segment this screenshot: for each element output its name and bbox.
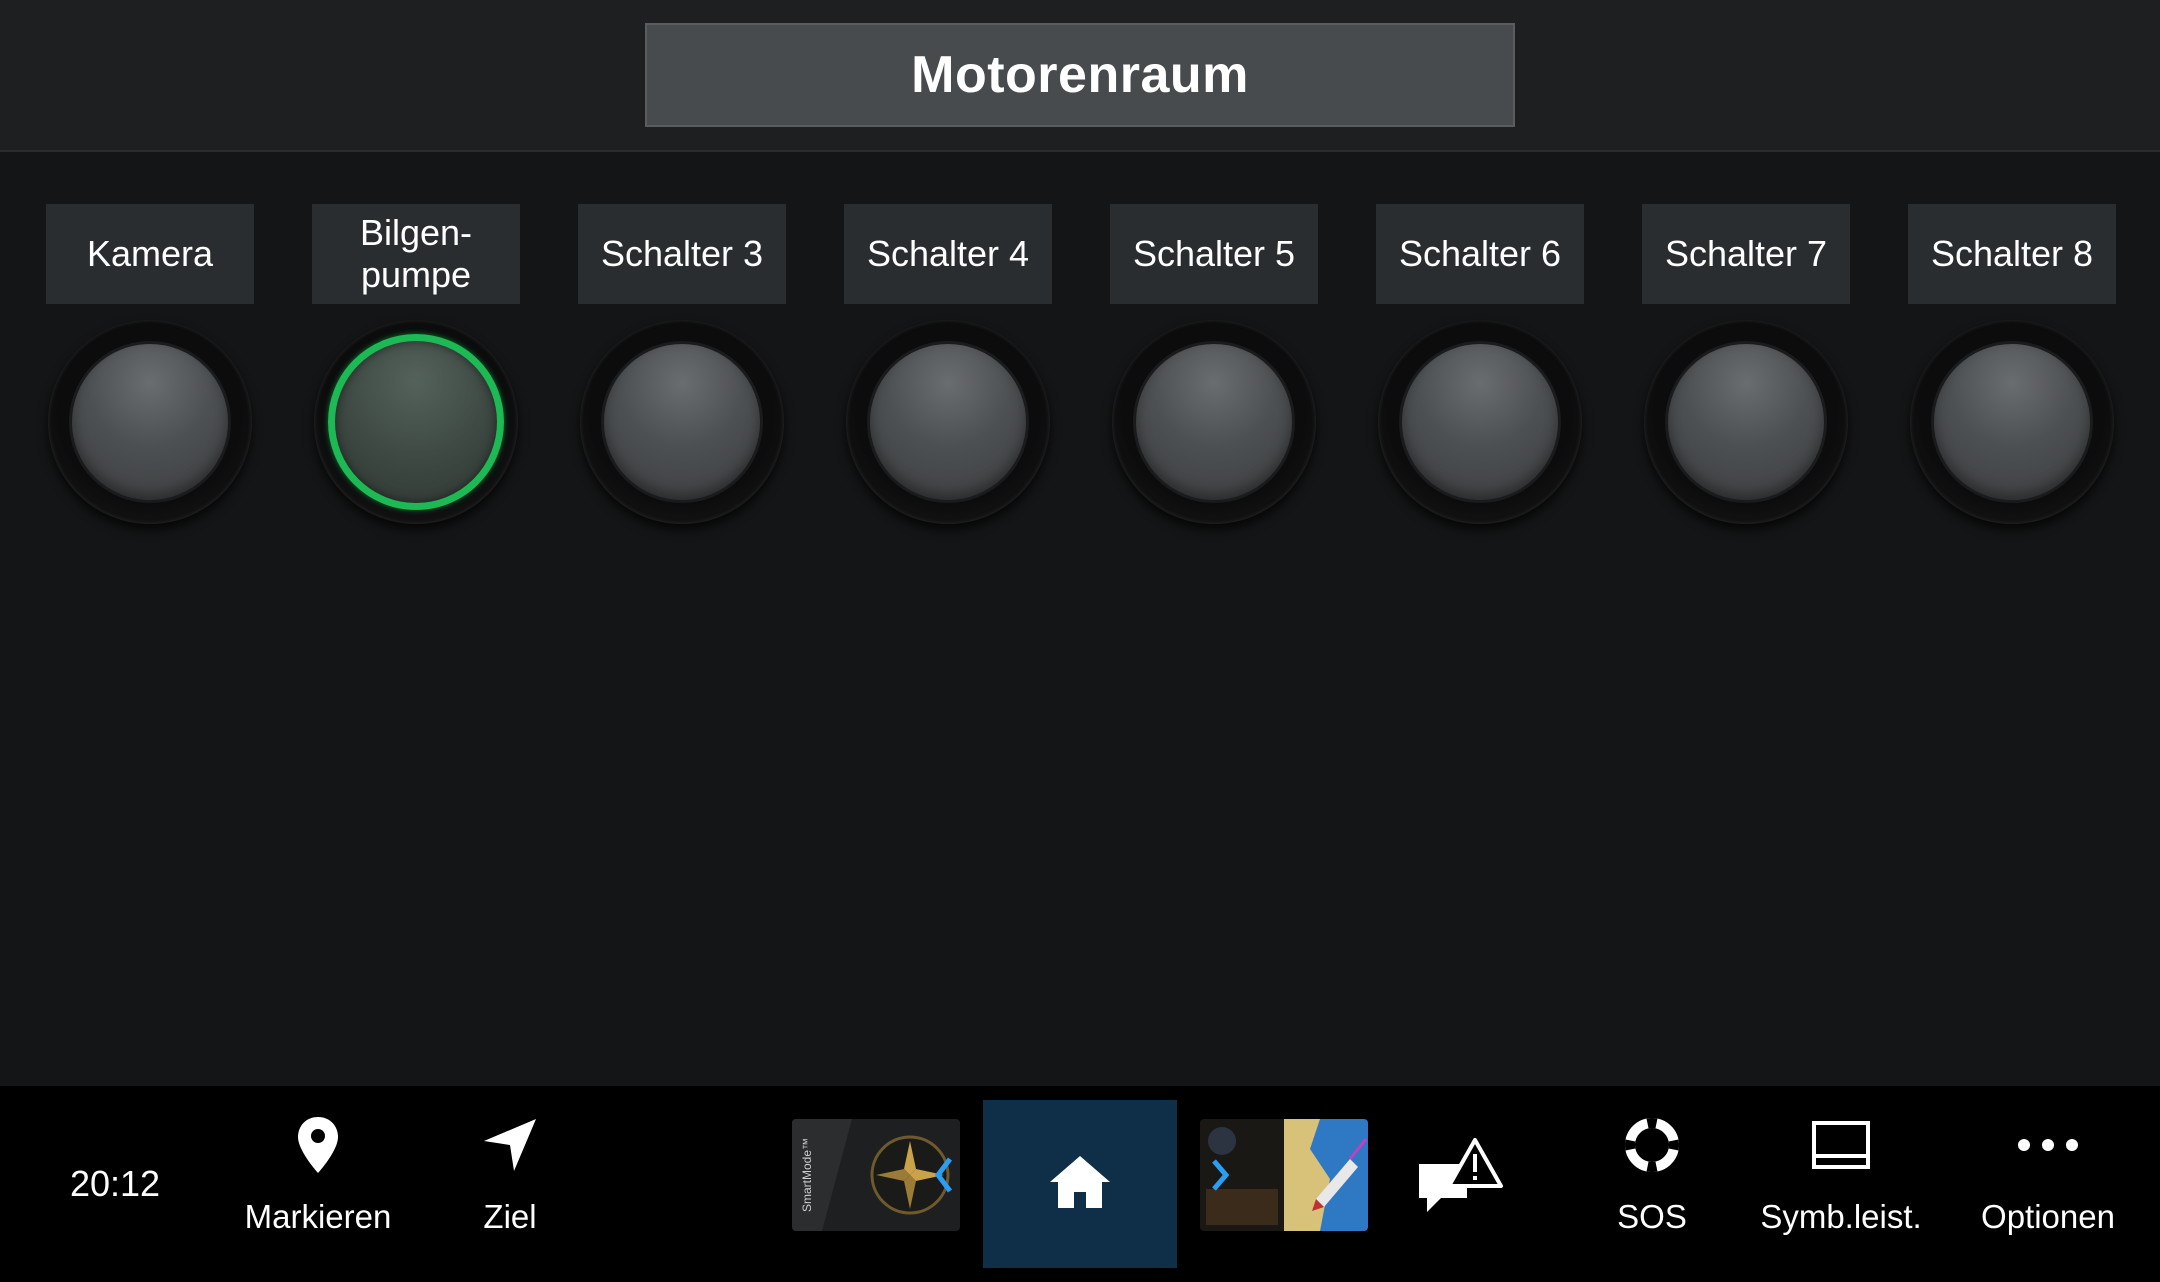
switch-label: Schalter 6	[1376, 204, 1584, 304]
navigation-arrow-icon	[482, 1110, 538, 1180]
smartmode-text: SmartMode™	[800, 1137, 814, 1212]
switch-well	[1644, 320, 1848, 524]
sos-button[interactable]: SOS	[1600, 1108, 1704, 1258]
map-pin-icon	[295, 1110, 341, 1180]
mark-label: Markieren	[244, 1198, 392, 1235]
header-bar: Motorenraum	[0, 0, 2160, 152]
switch-label: Schalter 7	[1642, 204, 1850, 304]
switch-bilgenpumpe: Bilgen- pumpe	[312, 204, 520, 524]
alerts-button[interactable]	[1410, 1126, 1510, 1236]
switch-label: Bilgen- pumpe	[312, 204, 520, 304]
smartmode-compass-icon	[792, 1119, 960, 1231]
switch-well	[580, 320, 784, 524]
switch-schalter-4: Schalter 4	[844, 204, 1052, 524]
home-icon	[1048, 1152, 1112, 1217]
toggle-button[interactable]	[601, 341, 763, 503]
smartmode-app-button[interactable]: SmartMode™	[792, 1119, 960, 1231]
toggle-button[interactable]	[1399, 341, 1561, 503]
bottom-bar: 20:12 Markieren Ziel SmartMode™ SOS Symb…	[0, 1086, 2160, 1282]
more-dots-icon	[2016, 1110, 2080, 1180]
switch-well	[48, 320, 252, 524]
toggle-button[interactable]	[1665, 341, 1827, 503]
switch-well	[1378, 320, 1582, 524]
goto-button[interactable]: Ziel	[450, 1108, 570, 1258]
mark-button[interactable]: Markieren	[230, 1108, 406, 1258]
alert-message-icon	[1415, 1134, 1505, 1229]
switch-schalter-6: Schalter 6	[1376, 204, 1584, 524]
toggle-button[interactable]	[1133, 341, 1295, 503]
goto-label: Ziel	[483, 1198, 537, 1235]
switch-schalter-7: Schalter 7	[1642, 204, 1850, 524]
toolbar-label: Symb.leist.	[1760, 1198, 1922, 1235]
switch-label: Schalter 8	[1908, 204, 2116, 304]
toggle-button-on[interactable]	[328, 334, 504, 510]
toggle-button[interactable]	[1931, 341, 2093, 503]
options-button[interactable]: Optionen	[1968, 1108, 2128, 1258]
switch-well	[846, 320, 1050, 524]
app-screen: Motorenraum Kamera Bilgen- pumpe Schalte…	[0, 0, 2160, 1282]
chart-app-button[interactable]	[1200, 1119, 1368, 1231]
switch-well	[1112, 320, 1316, 524]
sos-label: SOS	[1617, 1198, 1687, 1235]
options-label: Optionen	[1981, 1198, 2115, 1235]
lifebuoy-icon	[1624, 1110, 1680, 1180]
toggle-button[interactable]	[867, 341, 1029, 503]
switch-label: Kamera	[46, 204, 254, 304]
switch-schalter-8: Schalter 8	[1908, 204, 2116, 524]
switch-label: Schalter 4	[844, 204, 1052, 304]
switch-kamera: Kamera	[46, 204, 254, 524]
toggle-button[interactable]	[69, 341, 231, 503]
clock: 20:12	[69, 1163, 161, 1204]
switch-schalter-5: Schalter 5	[1110, 204, 1318, 524]
switch-label: Schalter 5	[1110, 204, 1318, 304]
switch-well	[1910, 320, 2114, 524]
home-button[interactable]	[983, 1100, 1177, 1268]
page-title[interactable]: Motorenraum	[645, 23, 1515, 127]
toolbar-icon	[1811, 1110, 1871, 1180]
chart-app-icon	[1200, 1119, 1368, 1231]
switch-schalter-3: Schalter 3	[578, 204, 786, 524]
switch-well	[314, 320, 518, 524]
switch-label: Schalter 3	[578, 204, 786, 304]
toolbar-button[interactable]: Symb.leist.	[1746, 1108, 1936, 1258]
